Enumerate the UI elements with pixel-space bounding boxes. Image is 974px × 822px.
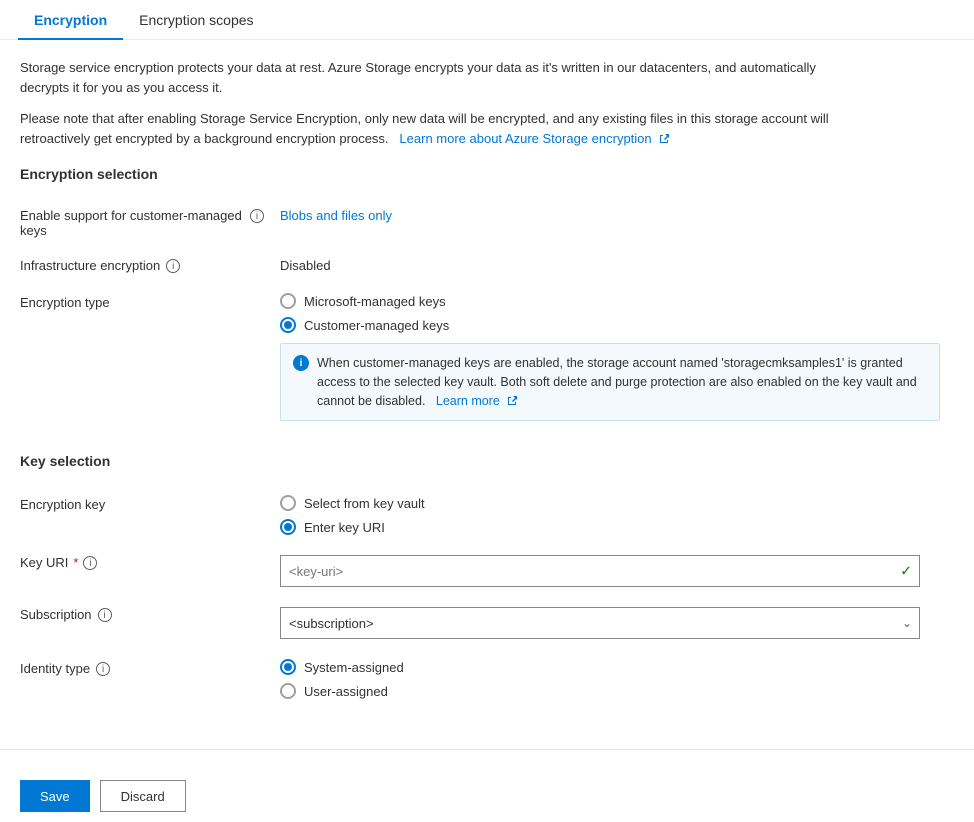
radio-customer-managed[interactable]: Customer-managed keys <box>280 317 954 333</box>
identity-type-info-icon[interactable]: i <box>96 662 110 676</box>
radio-microsoft-managed[interactable]: Microsoft-managed keys <box>280 293 954 309</box>
encryption-type-radio-group: Microsoft-managed keys Customer-managed … <box>280 293 954 333</box>
infrastructure-value: Disabled <box>280 258 331 273</box>
radio-system-assigned-label: System-assigned <box>304 660 404 675</box>
encryption-type-label-cell: Encryption type <box>20 283 280 431</box>
encryption-type-value-cell: Microsoft-managed keys Customer-managed … <box>280 283 954 431</box>
key-uri-info-icon[interactable]: i <box>83 556 97 570</box>
infrastructure-value-cell: Disabled <box>280 248 954 283</box>
identity-type-radio-group: System-assigned User-assigned <box>280 659 954 699</box>
radio-select-vault-label: Select from key vault <box>304 496 425 511</box>
radio-system-assigned[interactable]: System-assigned <box>280 659 954 675</box>
subscription-value-cell: <subscription> ⌄ <box>280 597 954 649</box>
subscription-label: Subscription <box>20 607 92 622</box>
info-box-external-icon <box>506 395 518 407</box>
footer-actions: Save Discard <box>0 770 974 822</box>
info-circle-icon: i <box>293 355 309 371</box>
key-uri-value-cell: ✓ <box>280 545 954 597</box>
tab-encryption-scopes[interactable]: Encryption scopes <box>123 0 269 40</box>
encryption-selection-title: Encryption selection <box>20 166 954 182</box>
key-uri-label: Key URI <box>20 555 68 570</box>
customer-keys-value-cell: Blobs and files only <box>280 198 954 248</box>
tab-encryption[interactable]: Encryption <box>18 0 123 40</box>
info-box-text: When customer-managed keys are enabled, … <box>317 354 927 410</box>
subscription-select-wrapper: <subscription> ⌄ <box>280 607 920 639</box>
radio-user-assigned-label: User-assigned <box>304 684 388 699</box>
key-uri-label-cell: Key URI * i <box>20 545 280 597</box>
radio-microsoft-managed-label: Microsoft-managed keys <box>304 294 446 309</box>
radio-user-assigned[interactable]: User-assigned <box>280 683 954 699</box>
radio-customer-managed-input[interactable] <box>280 317 296 333</box>
encryption-key-radio-group: Select from key vault Enter key URI <box>280 495 954 535</box>
radio-enter-uri-label: Enter key URI <box>304 520 385 535</box>
key-uri-input[interactable] <box>280 555 920 587</box>
save-button[interactable]: Save <box>20 780 90 812</box>
radio-select-vault-input[interactable] <box>280 495 296 511</box>
infrastructure-label-cell: Infrastructure encryption i <box>20 248 280 283</box>
customer-keys-label-cell: Enable support for customer-managed keys… <box>20 198 280 248</box>
infrastructure-label: Infrastructure encryption <box>20 258 160 273</box>
radio-enter-uri-input[interactable] <box>280 519 296 535</box>
subscription-select[interactable]: <subscription> <box>280 607 920 639</box>
info-box-learn-more-link[interactable]: Learn more <box>436 394 518 408</box>
radio-microsoft-managed-input[interactable] <box>280 293 296 309</box>
encryption-key-value-cell: Select from key vault Enter key URI <box>280 485 954 545</box>
identity-type-value-cell: System-assigned User-assigned <box>280 649 954 709</box>
learn-more-link[interactable]: Learn more about Azure Storage encryptio… <box>399 131 670 146</box>
encryption-selection-form: Enable support for customer-managed keys… <box>20 198 954 431</box>
description-2: Please note that after enabling Storage … <box>20 109 840 148</box>
infrastructure-info-icon[interactable]: i <box>166 259 180 273</box>
description-1: Storage service encryption protects your… <box>20 58 840 97</box>
key-uri-checkmark-icon: ✓ <box>900 563 912 580</box>
external-link-icon <box>658 133 670 145</box>
radio-enter-uri[interactable]: Enter key URI <box>280 519 954 535</box>
subscription-label-cell: Subscription i <box>20 597 280 649</box>
footer-divider <box>0 749 974 750</box>
key-uri-input-wrapper: ✓ <box>280 555 920 587</box>
subscription-info-icon[interactable]: i <box>98 608 112 622</box>
key-selection-title: Key selection <box>20 453 954 469</box>
key-selection-form: Encryption key Select from key vault Ent… <box>20 485 954 709</box>
customer-keys-value: Blobs and files only <box>280 208 392 223</box>
customer-managed-info-box: i When customer-managed keys are enabled… <box>280 343 940 421</box>
identity-type-label-cell: Identity type i <box>20 649 280 709</box>
customer-keys-info-icon[interactable]: i <box>250 209 264 223</box>
radio-select-vault[interactable]: Select from key vault <box>280 495 954 511</box>
radio-system-assigned-input[interactable] <box>280 659 296 675</box>
discard-button[interactable]: Discard <box>100 780 186 812</box>
key-uri-required-star: * <box>73 555 78 570</box>
key-uri-label-flex: Key URI * i <box>20 555 97 570</box>
tab-bar: Encryption Encryption scopes <box>0 0 974 40</box>
main-content: Storage service encryption protects your… <box>0 40 974 729</box>
encryption-key-label-cell: Encryption key <box>20 485 280 545</box>
radio-user-assigned-input[interactable] <box>280 683 296 699</box>
encryption-key-label: Encryption key <box>20 497 105 512</box>
identity-type-label: Identity type <box>20 661 90 676</box>
encryption-type-label: Encryption type <box>20 295 110 310</box>
radio-customer-managed-label: Customer-managed keys <box>304 318 449 333</box>
customer-keys-label: Enable support for customer-managed keys <box>20 208 244 238</box>
